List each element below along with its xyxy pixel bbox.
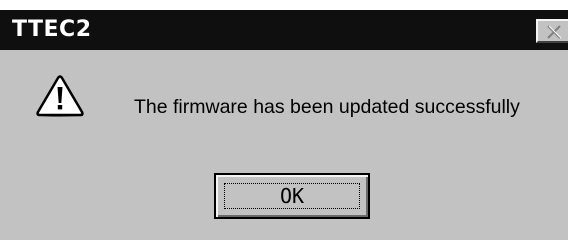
dialog-message: The firmware has been updated successful… — [134, 96, 520, 118]
window-title: TTEC2 — [12, 17, 92, 42]
title-bar[interactable]: TTEC2 — [0, 10, 568, 50]
ok-button-label: OK — [279, 184, 305, 208]
focus-rectangle: OK — [224, 183, 360, 209]
message-dialog: TTEC2 The firmware has been updated succ… — [0, 10, 568, 240]
close-button[interactable] — [536, 19, 568, 43]
warning-icon — [36, 75, 84, 117]
close-icon — [547, 25, 562, 39]
ok-button[interactable]: OK — [214, 173, 370, 219]
